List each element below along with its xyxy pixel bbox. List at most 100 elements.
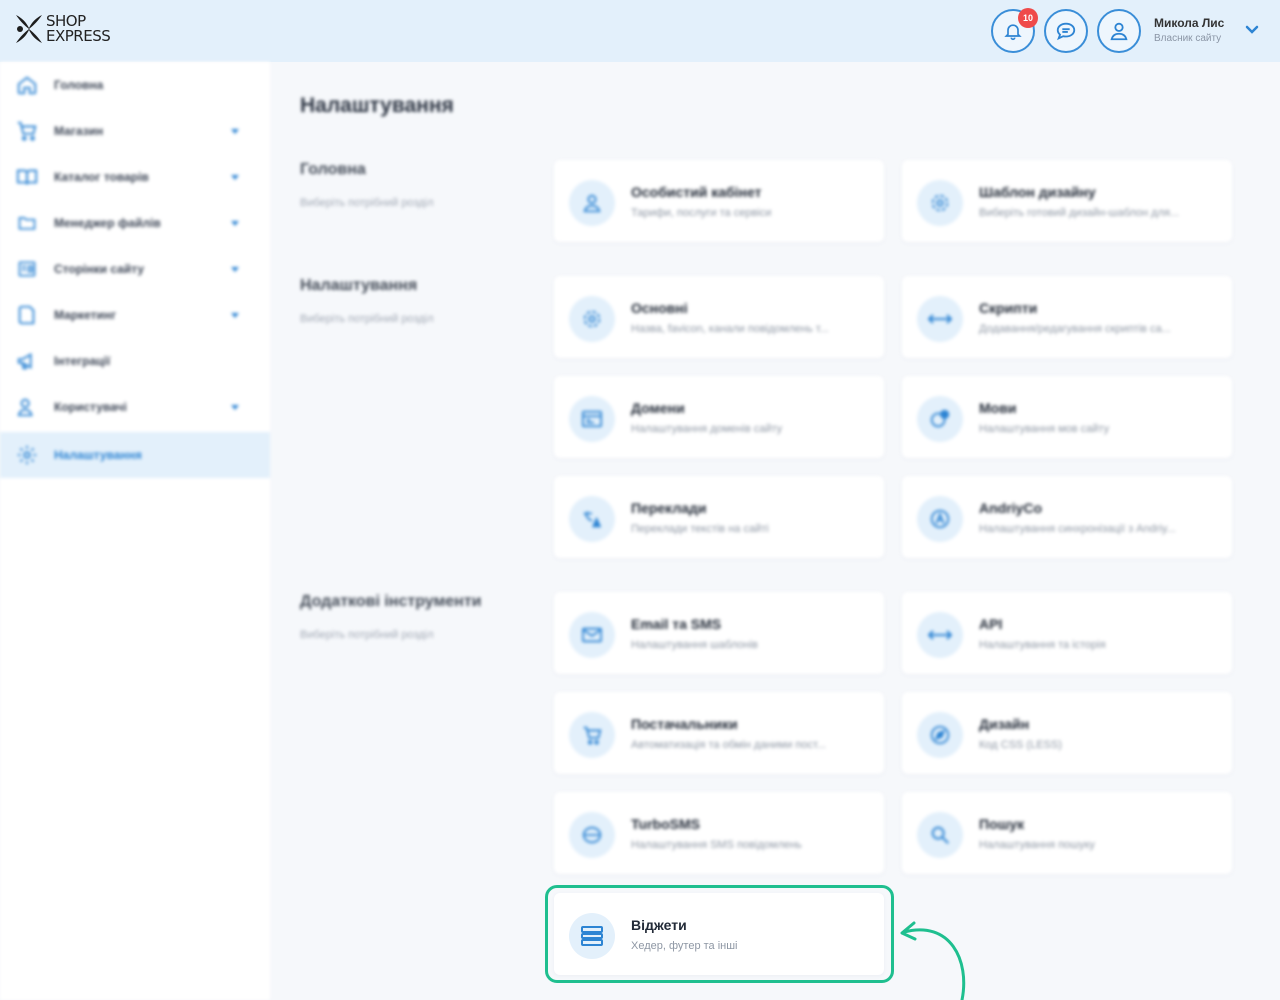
- sidebar-item-shop[interactable]: Магазин: [0, 108, 270, 154]
- search-icon: [917, 812, 963, 858]
- card-subtitle: Налаштування доменів сайту: [631, 423, 783, 435]
- card-translations[interactable]: Переклади Переклади текстів на сайті: [554, 476, 884, 558]
- sidebar-item-settings[interactable]: Налаштування: [0, 432, 270, 478]
- card-title: Домени: [631, 400, 685, 416]
- logo-text: SHOP EXPRESS: [46, 14, 111, 45]
- a-circle-icon: [917, 496, 963, 542]
- section-subtitle: Виберіть потрібний розділ: [300, 313, 434, 325]
- card-search[interactable]: Пошук Налаштування пошуку: [902, 792, 1232, 874]
- card-title: Email та SMS: [631, 616, 722, 632]
- globe-icon: [917, 396, 963, 442]
- gear-icon: [569, 296, 615, 342]
- sidebar-item-home[interactable]: Головна: [0, 62, 270, 108]
- pages-icon: [15, 257, 39, 281]
- sidebar-item-label: Маркетинг: [54, 308, 117, 322]
- chevron-down-icon[interactable]: [1244, 24, 1260, 36]
- top-bar: SHOP EXPRESS 10 Микола Лис Власник сайту: [0, 0, 1280, 62]
- card-subtitle: Налаштування мов сайту: [979, 423, 1110, 435]
- card-title: Дизайн: [979, 716, 1030, 732]
- logo-line-2: EXPRESS: [46, 27, 111, 45]
- cart-icon: [569, 712, 615, 758]
- card-title: Скрипти: [979, 300, 1038, 316]
- card-title: Особистий кабінет: [631, 184, 762, 200]
- marketing-icon: [15, 303, 39, 327]
- book-icon: [15, 165, 39, 189]
- caret-down-icon[interactable]: [231, 220, 239, 226]
- sidebar-item-label: Інтеграції: [54, 354, 111, 368]
- sidebar-item-label: Менеджер файлів: [54, 216, 161, 230]
- notifications-badge: 10: [1018, 8, 1038, 28]
- card-design-template[interactable]: Шаблон дизайну Виберіть готовий дизайн-ш…: [902, 160, 1232, 242]
- profile-button[interactable]: [1097, 9, 1141, 53]
- messages-button[interactable]: [1044, 9, 1088, 53]
- card-subtitle: Налаштування та історія: [979, 639, 1106, 651]
- card-subtitle: Назва, favicon, канали повідомлень т...: [631, 323, 829, 335]
- section-subtitle: Виберіть потрібний розділ: [300, 197, 434, 209]
- card-subtitle: Додавання/редагування скриптів са...: [979, 323, 1171, 335]
- card-title: Шаблон дизайну: [979, 184, 1096, 200]
- caret-down-icon[interactable]: [231, 128, 239, 134]
- envelope-icon: [569, 612, 615, 658]
- card-suppliers[interactable]: Постачальники Автоматизація та обмін дан…: [554, 692, 884, 774]
- card-languages[interactable]: Мови Налаштування мов сайту: [902, 376, 1232, 458]
- sidebar-item-catalog[interactable]: Каталог товарів: [0, 154, 270, 200]
- sidebar-item-label: Сторінки сайту: [54, 262, 145, 276]
- card-api[interactable]: API Налаштування та історія: [902, 592, 1232, 674]
- card-email-sms[interactable]: Email та SMS Налаштування шаблонів: [554, 592, 884, 674]
- card-title: Постачальники: [631, 716, 738, 732]
- home-icon: [15, 73, 39, 97]
- section-title: Налаштування: [300, 277, 418, 294]
- logo-mark-icon: [14, 12, 44, 46]
- folder-icon: [15, 211, 39, 235]
- sidebar-item-label: Користувачі: [54, 400, 127, 414]
- card-andriyco[interactable]: AndriyCo Налаштування синхронізації з An…: [902, 476, 1232, 558]
- caret-down-icon[interactable]: [231, 312, 239, 318]
- card-title: Пошук: [979, 816, 1025, 832]
- card-turbosms[interactable]: TurboSMS Налаштування SMS повідомлень: [554, 792, 884, 874]
- sidebar-item-label: Магазин: [54, 124, 104, 138]
- card-title: Переклади: [631, 500, 707, 516]
- card-title: Мови: [979, 400, 1017, 416]
- card-title: API: [979, 616, 1003, 632]
- caret-down-icon[interactable]: [231, 174, 239, 180]
- user-name[interactable]: Микола Лис: [1154, 16, 1224, 30]
- sidebar-item-label: Налаштування: [54, 448, 142, 462]
- translate-icon: [569, 496, 615, 542]
- notifications-button[interactable]: 10: [991, 8, 1038, 53]
- user-role: Власник сайту: [1154, 33, 1222, 44]
- pointer-arrow-icon: [900, 921, 966, 1000]
- gear-icon: [15, 443, 39, 467]
- user-icon: [1110, 22, 1128, 41]
- code-arrows-icon: [917, 612, 963, 658]
- card-scripts[interactable]: Скрипти Додавання/редагування скриптів с…: [902, 276, 1232, 358]
- sidebar-item-users[interactable]: Користувачі: [0, 384, 270, 430]
- sidebar-item-integrations[interactable]: Інтеграції: [0, 338, 270, 384]
- user-icon: [569, 180, 615, 226]
- card-subtitle: Налаштування пошуку: [979, 839, 1095, 851]
- megaphone-icon: [15, 349, 39, 373]
- caret-down-icon[interactable]: [231, 266, 239, 272]
- browser-icon: [569, 396, 615, 442]
- caret-down-icon[interactable]: [231, 404, 239, 410]
- card-domains[interactable]: Домени Налаштування доменів сайту: [554, 376, 884, 458]
- card-subtitle: Налаштування синхронізації з Andriy...: [979, 523, 1176, 535]
- section-title: Додаткові інструменти: [300, 593, 482, 610]
- card-subtitle: Автоматизація та обмін даними пост...: [631, 739, 826, 751]
- card-subtitle: Код CSS (LESS): [979, 739, 1062, 751]
- shop-express-logo[interactable]: SHOP EXPRESS: [14, 12, 111, 46]
- card-personal-cabinet[interactable]: Особистий кабінет Тарифи, послуги та сер…: [554, 160, 884, 242]
- sidebar-item-file-manager[interactable]: Менеджер файлів: [0, 200, 270, 246]
- compass-icon: [917, 712, 963, 758]
- users-icon: [15, 395, 39, 419]
- sidebar-item-pages[interactable]: Сторінки сайту: [0, 246, 270, 292]
- card-subtitle: Виберіть готовий дизайн-шаблон для...: [979, 207, 1180, 219]
- card-basic[interactable]: Основні Назва, favicon, канали повідомле…: [554, 276, 884, 358]
- page-title: Налаштування: [300, 94, 454, 117]
- card-title: AndriyCo: [979, 500, 1042, 516]
- highlight-frame: [545, 885, 894, 983]
- sidebar-item-marketing[interactable]: Маркетинг: [0, 292, 270, 338]
- card-design[interactable]: Дизайн Код CSS (LESS): [902, 692, 1232, 774]
- sidebar-item-label: Головна: [54, 78, 104, 92]
- section-title: Головна: [300, 161, 366, 178]
- chat-icon: [1056, 22, 1076, 41]
